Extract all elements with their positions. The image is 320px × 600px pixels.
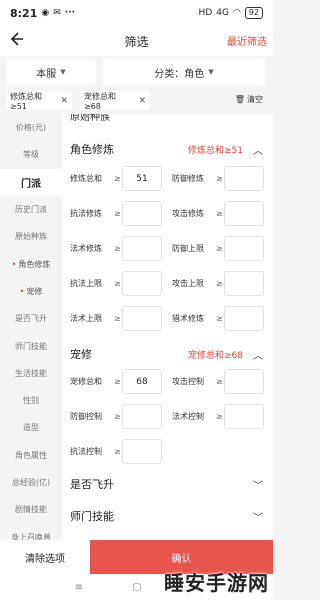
section-summary: 宠修总和≥68 (188, 350, 243, 361)
field-resist-magic-cultivation: 抗法修炼 ≥ (70, 201, 165, 226)
wifi-icon: ◠ (232, 8, 241, 18)
field-hunting-cultivation: 猎术修炼 ≥ (172, 306, 267, 331)
magic-cultivation-input[interactable] (122, 236, 162, 261)
section-title: 是否飞升 (70, 478, 114, 491)
magic-cap-input[interactable] (122, 306, 162, 331)
field-defense-cap: 防御上限 ≥ (172, 236, 267, 261)
section-header-role-cultivation[interactable]: 角色修炼 修炼总和≥51 ︿ (62, 136, 273, 162)
sidebar-item-ascension[interactable]: 是否飞升 (0, 305, 62, 332)
server-dropdown-label: 本服 (36, 68, 57, 80)
trash-icon: 🗑 (234, 95, 245, 104)
sidebar-item-gender[interactable]: 性别 (0, 387, 62, 414)
sidebar-item-history-sect[interactable]: 历史门派 (0, 196, 62, 223)
sidebar-item-role-cultivation[interactable]: • 角色修炼 (0, 250, 62, 277)
field-pet-cultivation-total: 宠修总和 ≥ 68 (70, 369, 165, 394)
back-arrow-icon[interactable] (8, 31, 28, 51)
signal-icon: 4G (216, 8, 229, 18)
field-resist-magic-cap: 抗法上限 ≥ (70, 271, 165, 296)
recent-filters-link[interactable]: 最近筛选 (227, 33, 267, 48)
notification-icon: ◉ (41, 8, 50, 18)
sidebar-item-sect[interactable]: 门派 (0, 168, 62, 196)
field-defense-cultivation: 防御修炼 ≥ (172, 166, 267, 191)
attack-cap-input[interactable] (224, 271, 264, 296)
field-magic-cap: 法术上限 ≥ (70, 306, 165, 331)
message-icon: ✉ (53, 8, 61, 18)
menu-icon[interactable]: ≡ (75, 582, 83, 593)
close-icon[interactable]: ✕ (138, 96, 146, 106)
sidebar-item-appearance[interactable]: 造型 (0, 414, 62, 441)
chevron-up-icon: ︿ (253, 350, 263, 362)
section-title-original-race: 原始种族 (70, 114, 110, 123)
chevron-down-icon: ﹀ (253, 480, 263, 492)
chevron-up-icon: ︿ (253, 145, 263, 157)
reset-button[interactable]: 清除选项 (0, 540, 90, 574)
selected-dot-icon: • (11, 259, 17, 269)
resist-magic-cultivation-input[interactable] (122, 201, 162, 226)
field-attack-control: 攻击控制 ≥ (172, 369, 267, 394)
hunting-cultivation-input[interactable] (224, 306, 264, 331)
close-icon[interactable]: ✕ (60, 96, 68, 106)
field-defense-control: 防御控制 ≥ (70, 404, 165, 429)
section-header-ascension[interactable]: 是否飞升 ﹀ (62, 471, 273, 497)
chevron-down-icon: ﹀ (253, 512, 263, 524)
field-attack-cap: 攻击上限 ≥ (172, 271, 267, 296)
section-title: 师门技能 (70, 510, 114, 523)
defense-control-input[interactable] (122, 404, 162, 429)
page-title: 筛选 (124, 34, 149, 49)
sidebar-item-level[interactable]: 等级 (0, 141, 62, 168)
defense-cap-input[interactable] (224, 236, 264, 261)
sidebar-item-original-race[interactable]: 原始种族 (0, 223, 62, 250)
field-magic-control: 法术控制 ≥ (172, 404, 267, 429)
category-dropdown-label: 分类：角色 (154, 68, 205, 80)
sidebar-item-role-attributes[interactable]: 角色属性 (0, 442, 62, 469)
hd-icon: HD (198, 8, 213, 18)
filter-content: 原始种族 角色修炼 修炼总和≥51 ︿ 修炼总和 ≥ 51 防御修炼 ≥ 抗法修炼 ≥… (62, 114, 273, 540)
magic-control-input[interactable] (224, 404, 264, 429)
filter-chip-label: 宠修总和≥68 (84, 91, 116, 111)
attack-control-input[interactable] (224, 369, 264, 394)
section-title: 角色修炼 (70, 143, 114, 156)
more-icon: ··· (64, 8, 76, 18)
sidebar-item-story-skill[interactable]: 剧情技能 (0, 496, 62, 523)
active-filter-chips: 修炼总和≥51 ✕ 宠修总和≥68 ✕ 🗑 清空 (0, 88, 273, 114)
sidebar-item-pet-cultivation[interactable]: • 宠修 (0, 278, 62, 305)
watermark: 睡安手游网 (164, 571, 269, 595)
filter-chip-label: 修炼总和≥51 (10, 91, 42, 111)
battery-icon: 92 (244, 7, 263, 19)
title-bar: 筛选 最近筛选 (0, 26, 273, 56)
pet-cultivation-total-input[interactable]: 68 (122, 369, 162, 394)
resist-magic-cap-input[interactable] (122, 271, 162, 296)
filter-chip[interactable]: 宠修总和≥68 ✕ (80, 91, 150, 111)
clear-button-label: 清空 (247, 95, 263, 104)
filter-row: 本服 ▼ 分类：角色 ▼ (0, 56, 273, 88)
chevron-down-icon: ▼ (208, 68, 214, 76)
field-resist-magic-control: 抗法控制 ≥ (70, 439, 165, 464)
status-time: 8:21 (10, 6, 38, 20)
attack-cultivation-input[interactable] (224, 201, 264, 226)
defense-cultivation-input[interactable] (224, 166, 264, 191)
sidebar-item-life-skill[interactable]: 生活技能 (0, 360, 62, 387)
clear-button[interactable]: 🗑 清空 (235, 94, 263, 105)
field-magic-cultivation: 法术修炼 ≥ (70, 236, 165, 261)
section-header-pet-cultivation[interactable]: 宠修 宠修总和≥68 ︿ (62, 341, 273, 367)
cultivation-total-input[interactable]: 51 (122, 166, 162, 191)
resist-magic-control-input[interactable] (122, 439, 162, 464)
category-dropdown[interactable]: 分类：角色 ▼ (103, 59, 265, 85)
home-icon[interactable]: ▢ (132, 582, 141, 593)
server-dropdown[interactable]: 本服 ▼ (6, 59, 96, 85)
filter-chip[interactable]: 修炼总和≥51 ✕ (6, 91, 72, 111)
field-cultivation-total: 修炼总和 ≥ 51 (70, 166, 165, 191)
status-bar: 8:21 ◉ ✉ ··· HD 4G ◠ 92 (0, 0, 273, 26)
sidebar-item-summoned-beast[interactable]: 身上召唤兽 (0, 523, 62, 540)
chevron-down-icon: ▼ (60, 68, 66, 76)
section-title: 宠修 (70, 348, 92, 361)
sidebar-item-price[interactable]: 价格(元) (0, 114, 62, 141)
selected-dot-icon: • (19, 286, 25, 296)
section-summary: 修炼总和≥51 (188, 145, 243, 156)
field-attack-cultivation: 攻击修炼 ≥ (172, 201, 267, 226)
sidebar-item-sect-skill[interactable]: 师门技能 (0, 332, 62, 359)
sidebar-item-total-exp[interactable]: 总经验(亿) (0, 469, 62, 496)
category-sidebar: 价格(元) 等级 门派 历史门派 原始种族 • 角色修炼 • 宠修 是否飞升 师门技… (0, 114, 62, 540)
section-header-sect-skill[interactable]: 师门技能 ﹀ (62, 503, 273, 529)
